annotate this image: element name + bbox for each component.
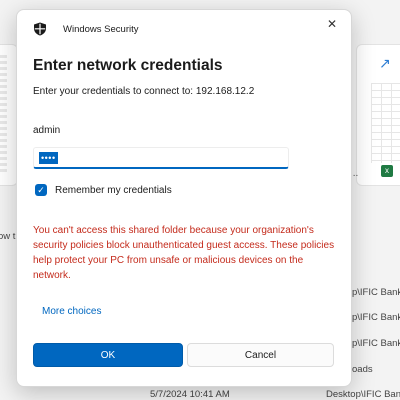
more-choices-link[interactable]: More choices	[42, 306, 101, 317]
password-field[interactable]: ••••	[33, 147, 289, 169]
close-icon[interactable]: ✕	[323, 15, 341, 33]
dialog-subtitle: Enter your credentials to connect to: 19…	[33, 86, 255, 97]
background-spreadsheet-thumbnail	[371, 83, 400, 163]
warning-message: You can't access this shared folder beca…	[33, 225, 335, 281]
shield-icon	[34, 22, 46, 36]
app-title: Windows Security	[63, 24, 139, 35]
check-icon: ✓	[35, 184, 47, 196]
dialog-heading: Enter network credentials	[33, 57, 223, 74]
cancel-button[interactable]: Cancel	[187, 343, 334, 367]
remember-credentials-label: Remember my credentials	[55, 185, 172, 196]
credentials-dialog: Windows Security ✕ Enter network credent…	[16, 9, 352, 387]
background-left-text: ow t	[0, 231, 16, 242]
excel-icon: x	[381, 165, 393, 177]
username-label: admin	[33, 125, 61, 136]
background-thumbnail-text	[0, 55, 7, 175]
background-path: Desktop\IFIC Bank	[326, 389, 400, 400]
dialog-titlebar: Windows Security ✕	[17, 10, 351, 46]
background-path: p\IFIC Bank	[352, 312, 400, 323]
background-path: p\IFIC Bank	[352, 287, 400, 298]
ok-button[interactable]: OK	[33, 343, 183, 367]
background-file-card-right: ↗ x	[356, 44, 400, 186]
trend-up-icon: ↗	[379, 55, 391, 71]
background-date: 5/7/2024 10:41 AM	[150, 389, 230, 400]
password-value: ••••	[39, 152, 58, 164]
background-path: p\IFIC Bank	[352, 338, 400, 349]
background-path: oads	[352, 364, 373, 375]
